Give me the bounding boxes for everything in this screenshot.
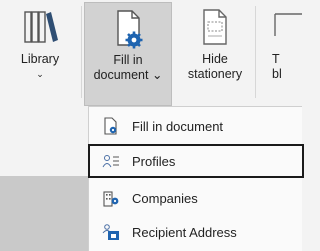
library-icon [20,6,60,50]
menu-item-companies[interactable]: Companies [89,182,303,214]
ribbon-divider [81,6,82,98]
fill-document-icon [102,117,120,135]
companies-icon [102,189,120,207]
menu-item-profiles[interactable]: Profiles [88,144,304,178]
profiles-icon [102,152,120,170]
hide-label-line1: Hide [202,52,228,66]
hide-stationery-button[interactable]: Hide stationery [178,2,252,106]
menu-item-recipient-address[interactable]: Recipient Address [89,216,303,248]
partial-ribbon-button[interactable]: T bl [256,2,302,106]
library-button[interactable]: Library ⌄ [0,2,80,106]
partial-label-line1: T [272,52,280,66]
background-panel-dark [0,176,88,251]
hide-label-line2: stationery [187,67,243,81]
menu-item-label: Profiles [132,153,176,169]
fill-in-label-line1: Fill in [113,53,143,67]
ribbon: Library ⌄ Fill in document ⌄ Hide statio… [0,0,302,108]
partial-document-icon [272,6,302,50]
fill-document-gear-icon [108,7,148,51]
fill-in-document-button[interactable]: Fill in document ⌄ [84,2,172,106]
menu-item-label: Companies [132,190,198,206]
hide-stationery-icon [195,6,235,50]
menu-item-fill-in-document[interactable]: Fill in document [89,110,303,142]
chevron-down-icon: ⌄ [36,69,44,79]
recipient-address-icon [102,223,120,241]
fill-in-document-dropdown-menu: Fill in document Profiles Companies Reci… [88,106,304,251]
library-label: Library [20,52,60,66]
fill-in-label-line2: document ⌄ [93,68,163,82]
menu-item-label: Fill in document [132,118,224,134]
partial-label-line2: bl [272,67,282,81]
menu-item-label: Recipient Address [132,224,237,240]
